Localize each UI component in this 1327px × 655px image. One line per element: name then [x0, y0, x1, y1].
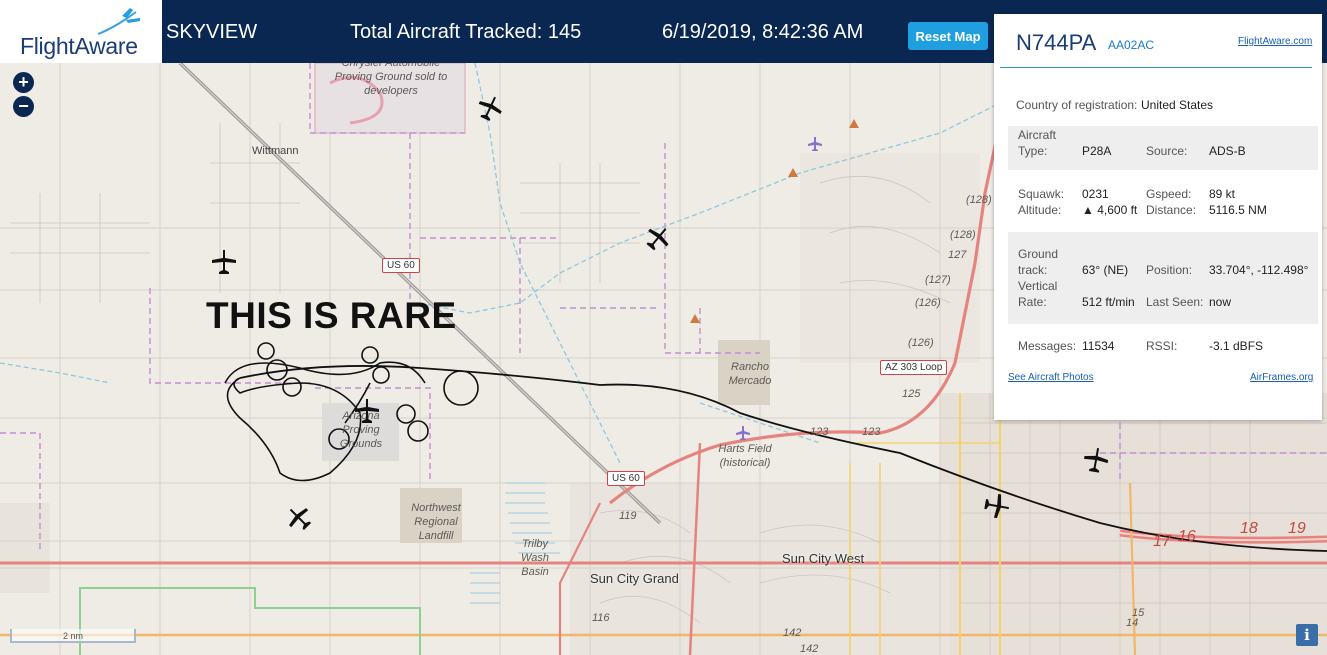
airport-icon — [736, 426, 750, 440]
place-chrysler-proving-ground: Chrysler Automobile Proving Ground sold … — [334, 63, 448, 97]
road-number: 17 — [1153, 533, 1171, 550]
aircraft-registration: N744PA — [1016, 30, 1097, 55]
selected-aircraft-icon[interactable] — [354, 398, 380, 424]
shield-az303: AZ 303 Loop — [880, 360, 948, 375]
gspeed-label: Gspeed: — [1146, 187, 1192, 201]
road-number: (126) — [915, 297, 941, 309]
vertical-rate-value: 512 ft/min — [1082, 295, 1135, 309]
ground-track-value: 63° (NE) — [1082, 263, 1129, 277]
place-wittmann: Wittmann — [252, 145, 299, 157]
airport-icon — [808, 137, 822, 151]
last-seen-label: Last Seen: — [1146, 295, 1204, 309]
road-number: 142 — [800, 643, 819, 655]
road-number: 119 — [619, 510, 637, 522]
panel-divider — [1000, 67, 1312, 68]
road-number: 19 — [1288, 520, 1306, 537]
place-northwest-landfill: Northwest Regional Landfill — [411, 502, 461, 542]
squawk-label: Squawk: — [1018, 187, 1065, 201]
road-number: 18 — [1240, 520, 1258, 537]
zoom-out-button[interactable]: − — [13, 96, 34, 117]
road-number: 123 — [810, 426, 829, 438]
road-number: 116 — [592, 612, 610, 624]
road-number: 123 — [862, 426, 881, 438]
app-name: SKYVIEW — [166, 21, 258, 43]
altitude-value: ▲ 4,600 ft — [1082, 203, 1138, 217]
position-label: Position: — [1146, 263, 1193, 277]
overlay-caption: THIS IS RARE — [206, 295, 457, 336]
peak-icon — [690, 314, 700, 323]
last-seen-value: now — [1209, 295, 1232, 309]
country-label: Country of registration: — [1016, 98, 1138, 112]
shield-us60-south: US 60 — [607, 471, 645, 486]
scale-bar: 2 nm — [10, 629, 136, 643]
country-value: United States — [1141, 98, 1214, 112]
messages-value: 11534 — [1082, 339, 1115, 353]
source-label: Source: — [1146, 144, 1188, 158]
place-sun-city-west: Sun City West — [782, 551, 865, 566]
aircraft-icon[interactable] — [1081, 445, 1111, 475]
total-aircraft-tracked: Total Aircraft Tracked: 145 — [350, 21, 582, 43]
map-info-button[interactable]: i — [1296, 624, 1318, 646]
place-trilby-wash: Trilby Wash Basin — [521, 538, 549, 578]
reset-map-button[interactable]: Reset Map — [908, 22, 988, 50]
aircraft-detail-panel: N744PA AA02AC FlightAware.com Country of… — [994, 14, 1322, 420]
distance-label: Distance: — [1146, 203, 1197, 217]
shield-us60: US 60 — [382, 258, 420, 273]
current-datetime: 6/19/2019, 8:42:36 AM — [662, 21, 864, 43]
source-value: ADS-B — [1209, 144, 1246, 158]
see-aircraft-photos-link[interactable]: See Aircraft Photos — [1008, 372, 1094, 383]
road-number: 14 — [1126, 617, 1139, 629]
road-number: (128) — [950, 229, 976, 241]
road-number: (126) — [908, 337, 934, 349]
place-harts-field: Harts Field (historical) — [718, 443, 772, 469]
aircraft-type-value: P28A — [1082, 144, 1112, 158]
place-sun-city-grand: Sun City Grand — [590, 571, 679, 586]
road-number: 127 — [948, 249, 967, 261]
peak-icon — [849, 119, 859, 128]
squawk-value: 0231 — [1082, 187, 1109, 201]
road-number: 125 — [902, 388, 921, 400]
place-rancho-mercado: Rancho Mercado — [728, 361, 772, 387]
road-number: 16 — [1178, 528, 1196, 545]
aircraft-icon[interactable] — [982, 491, 1012, 521]
aircraft-type-label: Aircraft Type: — [1018, 128, 1057, 158]
altitude-label: Altitude: — [1018, 203, 1062, 217]
road-number: (128) — [966, 194, 992, 206]
rssi-label: RSSI: — [1146, 339, 1178, 353]
aircraft-icon[interactable] — [211, 249, 237, 275]
ground-track-label: Ground track: — [1018, 247, 1059, 277]
flightaware-logo[interactable]: FlightAware — [0, 0, 162, 63]
zoom-in-button[interactable]: + — [13, 72, 34, 93]
distance-value: 5116.5 NM — [1209, 203, 1267, 217]
airframes-link[interactable]: AirFrames.org — [1250, 372, 1313, 383]
aircraft-hex-code: AA02AC — [1108, 38, 1155, 52]
road-number: 142 — [783, 627, 802, 639]
peak-icon — [788, 168, 798, 177]
road-number: (127) — [925, 274, 951, 286]
logo-text: FlightAware — [20, 33, 138, 59]
position-value: 33.704°, -112.498° — [1209, 263, 1309, 277]
gspeed-value: 89 kt — [1209, 187, 1236, 201]
flightaware-link[interactable]: FlightAware.com — [1238, 36, 1312, 47]
vertical-rate-label: Vertical Rate: — [1018, 279, 1058, 309]
rssi-value: -3.1 dBFS — [1209, 339, 1264, 353]
messages-label: Messages: — [1018, 339, 1077, 353]
